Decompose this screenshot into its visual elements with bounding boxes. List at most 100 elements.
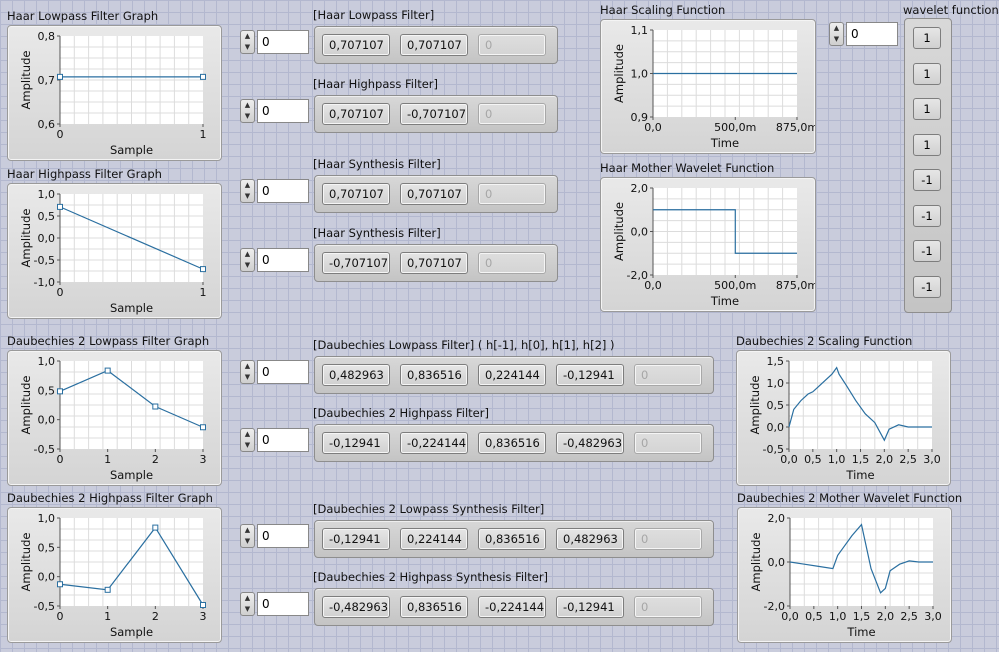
array-index-control[interactable]: ▲ ▼ 0 [240,592,310,616]
x-tick-label: 3 [200,610,207,623]
array-index-value[interactable]: 0 [257,99,309,123]
db2-scaling-title: Daubechies 2 Scaling Function [736,334,913,348]
increment-arrow-icon[interactable]: ▲ [241,249,254,260]
array-element: 0,707107 [322,103,390,125]
array-index-value[interactable]: 0 [257,428,309,452]
wavelet-element: 1 [913,133,941,156]
data-point [152,403,159,410]
decrement-arrow-icon[interactable]: ▼ [241,536,254,547]
array-element-empty: 0 [634,596,702,618]
decrement-arrow-icon[interactable]: ▼ [241,604,254,615]
x-tick-label: 2 [152,453,159,466]
array-element: 0,707107 [400,252,468,274]
array-index-control[interactable]: ▲ ▼ 0 [240,30,310,54]
y-axis-title: Amplitude [749,533,763,592]
array-label: [Haar Synthesis Filter] [313,226,441,240]
chart-svg: -2,00,02,00,0 0,5 1,0 1,5 2,0 2,5 3,0TimeAmpli… [749,512,942,639]
x-tick-label: 0 [57,610,64,623]
decrement-arrow-icon[interactable]: ▼ [241,191,254,202]
x-tick-label: 0,5 [804,453,822,466]
data-point [200,266,206,273]
array-label: [Daubechies Lowpass Filter] ( h[-1], h[0… [313,338,615,352]
array-element: -0,224144 [400,432,468,454]
array-index-value[interactable]: 0 [257,179,309,203]
haar-lowpass-graph: 0,6 0,7 0,8 0 1 Sample Amplitude [7,25,222,161]
y-tick-label: 0,5 [767,399,785,412]
wavelet-element: 1 [913,98,941,120]
y-axis-title: Amplitude [612,44,626,103]
chart-svg: 0,91,01,10,0 500,0m 875,0mTimeAmplitude [612,24,815,150]
array-element: 0,836516 [478,528,546,550]
wavelet-index-spinner[interactable]: ▲ ▼ [829,22,844,46]
x-axis-title: Time [710,294,739,308]
data-point [152,524,159,531]
array-index-spinner[interactable]: ▲ ▼ [240,428,255,452]
array-label: [Daubechies 2 Highpass Filter] [313,406,489,420]
array-element: 0,707107 [400,183,468,205]
array-element: 0,707107 [322,34,390,56]
increment-arrow-icon[interactable]: ▲ [241,100,254,111]
increment-arrow-icon[interactable]: ▲ [241,429,254,440]
wavelet-index-value[interactable]: 0 [846,22,898,46]
array-display: -0,12941 -0,224144 0,836516 -0,482963 0 [314,424,714,462]
array-element: 0,707107 [400,34,468,56]
increment-arrow-icon[interactable]: ▲ [830,23,843,34]
array-index-control[interactable]: ▲ ▼ 0 [240,360,310,384]
decrement-arrow-icon[interactable]: ▼ [241,42,254,53]
y-tick-label: 0,0 [768,556,786,569]
y-tick-label: -0,5 [34,443,55,456]
y-tick-label: 0,6 [38,118,56,131]
array-element: 0,836516 [400,364,468,386]
array-index-value[interactable]: 0 [257,592,309,616]
array-index-value[interactable]: 0 [257,248,309,272]
array-display: -0,12941 0,224144 0,836516 0,482963 0 [314,520,714,558]
array-index-value[interactable]: 0 [257,30,309,54]
x-tick-label: 1,5 [852,453,870,466]
increment-arrow-icon[interactable]: ▲ [241,180,254,191]
array-label: [Haar Synthesis Filter] [313,157,441,171]
x-axis-title: Sample [110,143,153,157]
x-axis-title: Sample [110,468,153,482]
array-index-control[interactable]: ▲ ▼ 0 [240,179,310,203]
x-tick-label: 2,5 [899,453,917,466]
increment-arrow-icon[interactable]: ▲ [241,525,254,536]
y-axis-title: Amplitude [748,376,762,435]
array-index-spinner[interactable]: ▲ ▼ [240,592,255,616]
array-index-control[interactable]: ▲ ▼ 0 [240,524,310,548]
decrement-arrow-icon[interactable]: ▼ [241,440,254,451]
y-tick-label: 2,0 [631,182,649,195]
array-index-control[interactable]: ▲ ▼ 0 [240,248,310,272]
array-element: 0,482963 [556,528,624,550]
wavelet-index-control[interactable]: ▲ ▼ 0 [829,22,899,46]
chart-svg: -0,5 0,0 0,5 1,0 0 1 2 3 Sample Amplitude [19,355,207,482]
wavelet-element: 1 [913,62,941,85]
x-tick-label: 3 [200,453,207,466]
array-index-spinner[interactable]: ▲ ▼ [240,248,255,272]
array-index-value[interactable]: 0 [257,360,309,384]
array-index-spinner[interactable]: ▲ ▼ [240,99,255,123]
array-index-spinner[interactable]: ▲ ▼ [240,524,255,548]
array-index-value[interactable]: 0 [257,524,309,548]
wavelet-function-label: wavelet function [903,3,999,17]
wavelet-element: 1 [913,27,941,49]
array-index-control[interactable]: ▲ ▼ 0 [240,428,310,452]
x-axis-title: Time [845,468,874,482]
decrement-arrow-icon[interactable]: ▼ [241,111,254,122]
increment-arrow-icon[interactable]: ▲ [241,361,254,372]
x-axis-title: Time [710,136,739,150]
array-index-control[interactable]: ▲ ▼ 0 [240,99,310,123]
array-element: 0,836516 [400,596,468,618]
increment-arrow-icon[interactable]: ▲ [241,593,254,604]
array-index-spinner[interactable]: ▲ ▼ [240,179,255,203]
array-element: -0,12941 [322,432,390,454]
wavelet-element: -1 [913,240,941,262]
decrement-arrow-icon[interactable]: ▼ [830,34,843,45]
array-index-spinner[interactable]: ▲ ▼ [240,360,255,384]
decrement-arrow-icon[interactable]: ▼ [241,260,254,271]
x-tick-label: 0 [57,453,64,466]
increment-arrow-icon[interactable]: ▲ [241,31,254,42]
decrement-arrow-icon[interactable]: ▼ [241,372,254,383]
array-index-spinner[interactable]: ▲ ▼ [240,30,255,54]
y-axis-title: Amplitude [19,51,33,110]
array-element: -0,707107 [322,252,390,274]
